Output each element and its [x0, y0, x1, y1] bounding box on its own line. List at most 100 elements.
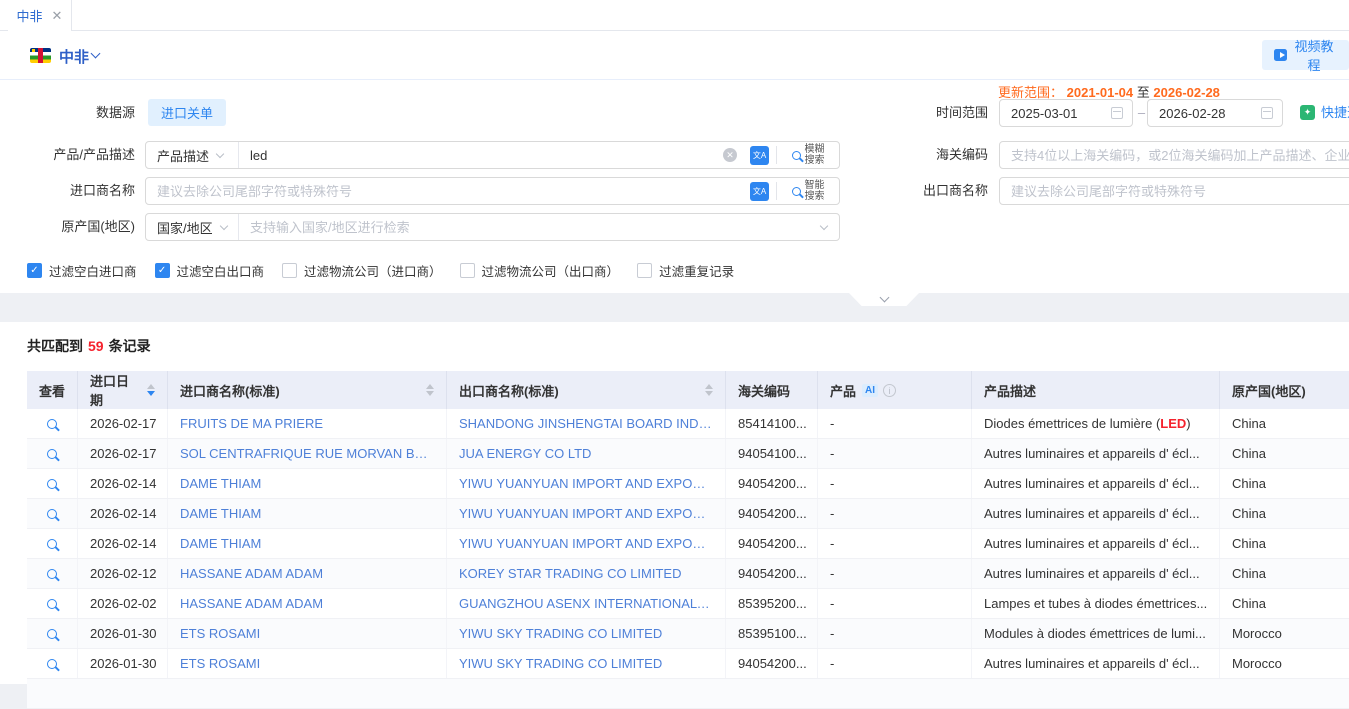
app-header: 中非 视频教程: [0, 31, 1349, 80]
column-header-origin: 原产国(地区): [1220, 371, 1349, 409]
data-source-import-declaration-button[interactable]: 进口关单: [148, 99, 226, 126]
view-row-button[interactable]: [27, 559, 77, 588]
close-icon[interactable]: ✕: [52, 9, 63, 22]
sort-icon[interactable]: [147, 384, 155, 396]
column-label: 产品: [830, 381, 856, 400]
checkbox-unchecked-icon[interactable]: [637, 263, 652, 278]
importer-link[interactable]: ETS ROSAMI: [180, 656, 260, 671]
cell-hs: 94054200...: [726, 499, 818, 528]
table-row: 2026-02-17FRUITS DE MA PRIERESHANDONG JI…: [27, 409, 1349, 439]
cell-product: -: [818, 619, 972, 648]
quick-select-link[interactable]: 快捷选择: [1321, 99, 1349, 127]
cell-exporter: JUA ENERGY CO LTD: [447, 439, 726, 468]
importer-link[interactable]: SOL CENTRAFRIQUE RUE MORVAN BAT OF...: [180, 446, 434, 461]
tab-central-africa[interactable]: 中非 ✕: [8, 0, 72, 31]
exporter-link[interactable]: SHANDONG JINSHENGTAI BOARD INDUST...: [459, 416, 713, 431]
exporter-link[interactable]: GUANGZHOU ASENX INTERNATIONAL CO ...: [459, 596, 713, 611]
exporter-link[interactable]: YIWU YUANYUAN IMPORT AND EXPORT C...: [459, 506, 713, 521]
cell-product: -: [818, 589, 972, 618]
cell-desc: Autres luminaires et appareils d' écl...: [972, 469, 1220, 498]
filter-checkbox-2[interactable]: 过滤物流公司（进口商）: [282, 261, 442, 280]
calendar-icon: [1261, 107, 1273, 119]
view-row-button[interactable]: [27, 499, 77, 528]
exporter-input[interactable]: [999, 177, 1349, 205]
country-selector-label[interactable]: 中非: [59, 46, 89, 67]
view-row-button[interactable]: [27, 469, 77, 498]
start-date-picker[interactable]: 2025-03-01: [999, 99, 1133, 127]
view-row-button[interactable]: [27, 649, 77, 678]
view-row-button[interactable]: [27, 409, 77, 438]
sort-icon[interactable]: [426, 384, 434, 396]
cell-importer: HASSANE ADAM ADAM: [168, 589, 447, 618]
checkbox-checked-icon[interactable]: ✓: [155, 263, 170, 278]
clear-icon[interactable]: ✕: [723, 148, 737, 162]
column-header-date[interactable]: 进口日期: [78, 371, 168, 409]
importer-input[interactable]: [146, 178, 743, 204]
exporter-link[interactable]: JUA ENERGY CO LTD: [459, 446, 591, 461]
origin-country-input[interactable]: [239, 214, 821, 240]
cell-origin: China: [1220, 409, 1349, 438]
info-icon[interactable]: i: [883, 384, 896, 397]
product-input[interactable]: [239, 142, 717, 168]
importer-link[interactable]: ETS ROSAMI: [180, 626, 260, 641]
importer-link[interactable]: HASSANE ADAM ADAM: [180, 596, 323, 611]
importer-link[interactable]: DAME THIAM: [180, 536, 261, 551]
column-header-exporter[interactable]: 出口商名称(标准): [447, 371, 726, 409]
fuzzy-search-button[interactable]: 模糊 搜索: [777, 142, 839, 168]
importer-link[interactable]: DAME THIAM: [180, 476, 261, 491]
table-row: 2026-01-30ETS ROSAMIYIWU SKY TRADING CO …: [27, 619, 1349, 649]
cell-date: 2026-02-14: [78, 499, 168, 528]
cell-importer: HASSANE ADAM ADAM: [168, 559, 447, 588]
end-date-picker[interactable]: 2026-02-28: [1147, 99, 1283, 127]
smart-search-button[interactable]: 智能 搜索: [777, 178, 839, 204]
column-header-importer[interactable]: 进口商名称(标准): [168, 371, 447, 409]
column-label: 海关编码: [738, 381, 790, 400]
view-row-button[interactable]: [27, 439, 77, 468]
cell-origin: Morocco: [1220, 649, 1349, 678]
update-range-from: 2021-01-04: [1067, 85, 1134, 100]
cell-exporter: YIWU SKY TRADING CO LIMITED: [447, 619, 726, 648]
exporter-link[interactable]: YIWU YUANYUAN IMPORT AND EXPORT C...: [459, 536, 713, 551]
origin-type-select[interactable]: 国家/地区: [146, 214, 239, 240]
cell-view: [27, 439, 78, 468]
cell-importer: DAME THIAM: [168, 499, 447, 528]
view-row-button[interactable]: [27, 529, 77, 558]
product-search-group: 产品描述 ✕ 文A 模糊 搜索: [145, 141, 840, 169]
table-row: 2026-02-02HASSANE ADAM ADAMGUANGZHOU ASE…: [27, 589, 1349, 619]
table-row: 2026-02-17SOL CENTRAFRIQUE RUE MORVAN BA…: [27, 439, 1349, 469]
tab-title: 中非: [17, 6, 43, 25]
cell-product: -: [818, 409, 972, 438]
translate-icon[interactable]: 文A: [750, 182, 769, 201]
cell-importer: ETS ROSAMI: [168, 649, 447, 678]
search-icon: [792, 187, 801, 196]
exporter-link[interactable]: YIWU SKY TRADING CO LIMITED: [459, 626, 662, 641]
hs-code-input[interactable]: [999, 141, 1349, 169]
column-label: 产品描述: [984, 381, 1036, 400]
translate-icon[interactable]: 文A: [750, 146, 769, 165]
importer-link[interactable]: HASSANE ADAM ADAM: [180, 566, 323, 581]
cell-view: [27, 559, 78, 588]
product-type-value: 产品描述: [157, 146, 209, 165]
exporter-link[interactable]: YIWU YUANYUAN IMPORT AND EXPORT C...: [459, 476, 713, 491]
checkbox-unchecked-icon[interactable]: [282, 263, 297, 278]
filter-checkbox-3[interactable]: 过滤物流公司（出口商）: [460, 261, 620, 280]
filter-checkbox-0[interactable]: ✓过滤空白进口商: [27, 261, 137, 280]
importer-link[interactable]: FRUITS DE MA PRIERE: [180, 416, 323, 431]
cell-origin: China: [1220, 469, 1349, 498]
search-icon: [47, 479, 57, 489]
filter-checkbox-1[interactable]: ✓过滤空白出口商: [155, 261, 265, 280]
checkbox-unchecked-icon[interactable]: [460, 263, 475, 278]
filter-checkbox-4[interactable]: 过滤重复记录: [637, 261, 734, 280]
view-row-button[interactable]: [27, 589, 77, 618]
view-row-button[interactable]: [27, 619, 77, 648]
cell-desc: Autres luminaires et appareils d' écl...: [972, 559, 1220, 588]
collapse-form-handle[interactable]: [849, 293, 919, 306]
chevron-down-icon[interactable]: [91, 49, 101, 59]
sort-icon[interactable]: [705, 384, 713, 396]
importer-link[interactable]: DAME THIAM: [180, 506, 261, 521]
video-tutorial-button[interactable]: 视频教程: [1262, 40, 1349, 70]
checkbox-checked-icon[interactable]: ✓: [27, 263, 42, 278]
exporter-link[interactable]: KOREY STAR TRADING CO LIMITED: [459, 566, 681, 581]
exporter-link[interactable]: YIWU SKY TRADING CO LIMITED: [459, 656, 662, 671]
product-type-select[interactable]: 产品描述: [146, 142, 239, 168]
